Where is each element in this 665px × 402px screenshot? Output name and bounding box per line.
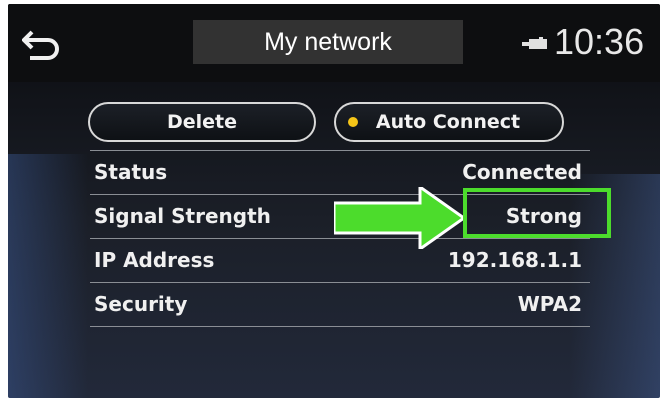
detail-value: WPA2 [517, 292, 582, 316]
background-glow-left [8, 154, 88, 398]
auto-connect-button-label: Auto Connect [375, 111, 521, 133]
page-title: My network [193, 20, 463, 64]
delete-button-label: Delete [166, 111, 238, 133]
right-arrow-icon [334, 187, 466, 249]
auto-connect-button[interactable]: Auto Connect [334, 102, 564, 142]
detail-value: Connected [462, 160, 582, 184]
detail-value: 192.168.1.1 [447, 248, 582, 272]
back-arrow-icon [21, 30, 59, 60]
detail-label: Security [94, 292, 188, 316]
battery-icon [522, 37, 547, 49]
header-bar: My network 10:36 [8, 4, 660, 82]
detail-row-security: Security WPA2 [90, 282, 590, 326]
highlight-box [463, 188, 611, 238]
back-button[interactable] [21, 24, 64, 62]
detail-label: Signal Strength [94, 204, 271, 228]
detail-label: IP Address [94, 248, 215, 272]
clock: 10:36 [554, 21, 645, 62]
row-divider [90, 326, 590, 327]
infotainment-screen: My network 10:36 Delete Auto Connect Sta… [8, 4, 660, 398]
detail-label: Status [94, 160, 168, 184]
delete-button[interactable]: Delete [88, 102, 316, 142]
auto-connect-indicator-icon [347, 117, 358, 127]
